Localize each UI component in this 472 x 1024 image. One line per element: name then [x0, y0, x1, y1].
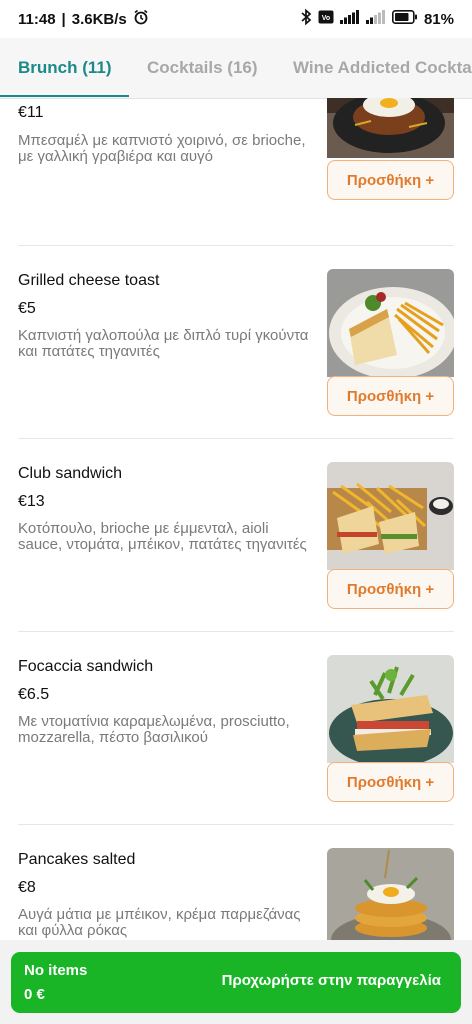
list-item: Focaccia sandwich €6.5 Με ντοματίνια καρ…: [0, 632, 472, 825]
add-to-cart-button[interactable]: Προσθήκη +: [327, 376, 454, 416]
item-name: Pancakes salted: [18, 851, 136, 868]
add-to-cart-button[interactable]: Προσθήκη +: [327, 762, 454, 802]
status-separator: |: [61, 10, 66, 28]
status-right: Vo 81%: [300, 8, 454, 30]
item-name: Grilled cheese toast: [18, 272, 160, 289]
item-price: €11: [18, 104, 44, 121]
item-photo: [327, 655, 454, 763]
menu-list[interactable]: €11 Μπεσαμέλ με καπνιστό χοιρινό, σε bri…: [0, 98, 472, 940]
category-tab-bar: Brunch (11) Cocktails (16) Wine Addicted…: [0, 38, 472, 99]
list-item: Grilled cheese toast €5 Καπνιστή γαλοπού…: [0, 246, 472, 439]
signal-4g-icon: [365, 10, 386, 28]
volte-icon: Vo: [318, 10, 334, 28]
item-description: Καπνιστή γαλοπούλα με διπλό τυρί γκούντα…: [18, 327, 309, 360]
add-to-cart-button[interactable]: Προσθήκη +: [327, 160, 454, 200]
item-description: Μπεσαμέλ με καπνιστό χοιρινό, σε brioche…: [18, 132, 306, 165]
item-photo: [327, 269, 454, 377]
tab-cocktails[interactable]: Cocktails (16): [147, 38, 258, 98]
signal-icon: [339, 10, 360, 28]
item-price: €13: [18, 493, 45, 510]
battery-percent: 81%: [423, 10, 454, 28]
tab-wine-addicted-cocktails[interactable]: Wine Addicted Cocktails: [293, 38, 472, 98]
svg-text:Vo: Vo: [322, 15, 330, 22]
add-to-cart-button[interactable]: Προσθήκη +: [327, 569, 454, 609]
active-tab-indicator: [0, 95, 129, 97]
item-photo: [327, 462, 454, 570]
list-item: €11 Μπεσαμέλ με καπνιστό χοιρινό, σε bri…: [0, 98, 472, 246]
cart-total: 0 €: [24, 986, 45, 1003]
item-price: €6.5: [18, 686, 50, 703]
status-speed: 3.6KB/s: [71, 10, 127, 28]
checkout-button[interactable]: No items 0 € Προχωρήστε στην παραγγελία: [11, 952, 461, 1013]
list-item: Pancakes salted €8 Αυγά μάτια με μπέικον…: [0, 825, 472, 940]
item-price: €5: [18, 300, 36, 317]
item-photo: [327, 848, 454, 940]
item-name: Focaccia sandwich: [18, 658, 154, 675]
item-description: Με ντοματίνια καραμελωμένα, prosciutto, …: [18, 713, 290, 746]
bluetooth-icon: [300, 8, 312, 30]
tab-brunch[interactable]: Brunch (11): [18, 38, 112, 98]
item-description: Αυγά μάτια με μπέικον, κρέμα παρμεζάνας …: [18, 906, 301, 939]
item-photo: [327, 98, 454, 158]
item-description: Κοτόπουλο, brioche με έμμενταλ, aioli sa…: [18, 520, 307, 553]
item-name: Club sandwich: [18, 465, 123, 482]
status-bar: 11:48 | 3.6KB/s Vo 81%: [0, 0, 472, 38]
item-price: €8: [18, 879, 36, 896]
battery-icon: [391, 10, 418, 28]
proceed-to-order-label: Προχωρήστε στην παραγγελία: [221, 972, 441, 989]
alarm-icon: [133, 9, 149, 29]
cart-items-label: No items: [24, 962, 88, 979]
status-time: 11:48: [18, 10, 56, 28]
status-left: 11:48 | 3.6KB/s: [18, 9, 149, 29]
list-item: Club sandwich €13 Κοτόπουλο, brioche με …: [0, 439, 472, 632]
